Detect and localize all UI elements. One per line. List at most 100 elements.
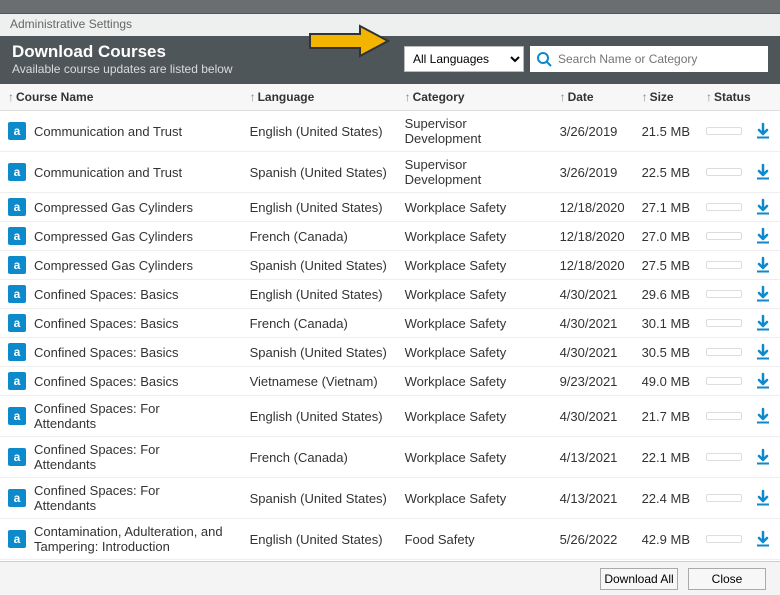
- course-size-label: 22.5 MB: [634, 152, 698, 193]
- course-icon: a: [8, 407, 26, 425]
- download-icon[interactable]: [754, 285, 772, 303]
- page-subtitle: Available course updates are listed belo…: [12, 62, 233, 76]
- footer-bar: Download All Close: [0, 561, 780, 595]
- col-header-status[interactable]: ↑Status: [698, 84, 780, 111]
- table-row[interactable]: a Confined Spaces: For Attendants French…: [0, 437, 780, 478]
- language-filter-select[interactable]: All Languages: [404, 46, 524, 72]
- col-header-size[interactable]: ↑Size: [634, 84, 698, 111]
- download-icon[interactable]: [754, 530, 772, 548]
- table-row[interactable]: a Compressed Gas Cylinders English (Unit…: [0, 193, 780, 222]
- download-icon[interactable]: [754, 489, 772, 507]
- page-title: Download Courses: [12, 42, 233, 62]
- search-input[interactable]: [558, 52, 762, 66]
- download-icon[interactable]: [754, 227, 772, 245]
- close-button[interactable]: Close: [688, 568, 766, 590]
- course-name-label: Communication and Trust: [34, 165, 182, 180]
- course-date-label: 3/26/2019: [552, 152, 634, 193]
- course-category-label: Workplace Safety: [397, 280, 552, 309]
- search-box[interactable]: [530, 46, 768, 72]
- course-size-label: 30.5 MB: [634, 338, 698, 367]
- window-top-strip: [0, 0, 780, 14]
- download-icon[interactable]: [754, 314, 772, 332]
- download-icon[interactable]: [754, 163, 772, 181]
- sort-asc-icon: ↑: [706, 90, 712, 104]
- course-category-label: Supervisor Development: [397, 111, 552, 152]
- download-icon[interactable]: [754, 407, 772, 425]
- course-size-label: 49.0 MB: [634, 367, 698, 396]
- course-date-label: 12/18/2020: [552, 222, 634, 251]
- course-size-label: 22.1 MB: [634, 437, 698, 478]
- course-size-label: 27.1 MB: [634, 193, 698, 222]
- course-name-label: Confined Spaces: Basics: [34, 287, 179, 302]
- sort-asc-icon: ↑: [250, 90, 256, 104]
- table-row[interactable]: a Confined Spaces: Basics English (Unite…: [0, 280, 780, 309]
- download-icon[interactable]: [754, 448, 772, 466]
- course-icon: a: [8, 256, 26, 274]
- course-size-label: 30.1 MB: [634, 309, 698, 338]
- progress-bar: [706, 348, 742, 356]
- course-size-label: 27.0 MB: [634, 222, 698, 251]
- progress-bar: [706, 203, 742, 211]
- course-category-label: Workplace Safety: [397, 338, 552, 367]
- course-category-label: Workplace Safety: [397, 309, 552, 338]
- sort-asc-icon: ↑: [405, 90, 411, 104]
- download-all-button[interactable]: Download All: [600, 568, 678, 590]
- download-icon[interactable]: [754, 256, 772, 274]
- course-date-label: 5/26/2022: [552, 519, 634, 560]
- course-size-label: 21.5 MB: [634, 111, 698, 152]
- download-icon[interactable]: [754, 122, 772, 140]
- course-name-label: Compressed Gas Cylinders: [34, 200, 193, 215]
- download-icon[interactable]: [754, 198, 772, 216]
- course-date-label: 4/13/2021: [552, 478, 634, 519]
- course-date-label: 4/30/2021: [552, 396, 634, 437]
- col-header-date[interactable]: ↑Date: [552, 84, 634, 111]
- course-icon: a: [8, 343, 26, 361]
- course-category-label: Workplace Safety: [397, 437, 552, 478]
- table-row[interactable]: a Compressed Gas Cylinders Spanish (Unit…: [0, 251, 780, 280]
- col-header-language[interactable]: ↑Language: [242, 84, 397, 111]
- table-row[interactable]: a Compressed Gas Cylinders French (Canad…: [0, 222, 780, 251]
- col-header-name[interactable]: ↑Course Name: [0, 84, 242, 111]
- course-language-label: English (United States): [242, 519, 397, 560]
- course-size-label: 22.4 MB: [634, 478, 698, 519]
- courses-table-wrap[interactable]: ↑Course Name ↑Language ↑Category ↑Date ↑…: [0, 84, 780, 572]
- table-row[interactable]: a Confined Spaces: Basics Vietnamese (Vi…: [0, 367, 780, 396]
- course-name-label: Compressed Gas Cylinders: [34, 229, 193, 244]
- col-header-category[interactable]: ↑Category: [397, 84, 552, 111]
- course-name-label: Confined Spaces: For Attendants: [34, 483, 224, 513]
- progress-bar: [706, 494, 742, 502]
- course-size-label: 21.7 MB: [634, 396, 698, 437]
- course-date-label: 4/30/2021: [552, 338, 634, 367]
- table-row[interactable]: a Communication and Trust Spanish (Unite…: [0, 152, 780, 193]
- table-row[interactable]: a Contamination, Adulteration, and Tampe…: [0, 519, 780, 560]
- course-language-label: Spanish (United States): [242, 251, 397, 280]
- header-bar: Download Courses Available course update…: [0, 36, 780, 84]
- download-icon[interactable]: [754, 343, 772, 361]
- table-row[interactable]: a Confined Spaces: Basics Spanish (Unite…: [0, 338, 780, 367]
- course-size-label: 29.6 MB: [634, 280, 698, 309]
- breadcrumb: Administrative Settings: [0, 14, 780, 36]
- course-icon: a: [8, 122, 26, 140]
- course-name-label: Confined Spaces: For Attendants: [34, 401, 224, 431]
- table-row[interactable]: a Confined Spaces: Basics French (Canada…: [0, 309, 780, 338]
- course-category-label: Workplace Safety: [397, 367, 552, 396]
- table-row[interactable]: a Communication and Trust English (Unite…: [0, 111, 780, 152]
- course-date-label: 12/18/2020: [552, 193, 634, 222]
- progress-bar: [706, 232, 742, 240]
- course-language-label: Spanish (United States): [242, 152, 397, 193]
- progress-bar: [706, 412, 742, 420]
- course-language-label: Vietnamese (Vietnam): [242, 367, 397, 396]
- download-icon[interactable]: [754, 372, 772, 390]
- course-category-label: Workplace Safety: [397, 222, 552, 251]
- course-language-label: French (Canada): [242, 437, 397, 478]
- course-language-label: Spanish (United States): [242, 338, 397, 367]
- table-row[interactable]: a Confined Spaces: For Attendants Englis…: [0, 396, 780, 437]
- course-size-label: 42.9 MB: [634, 519, 698, 560]
- course-date-label: 3/26/2019: [552, 111, 634, 152]
- course-size-label: 27.5 MB: [634, 251, 698, 280]
- course-language-label: English (United States): [242, 396, 397, 437]
- course-language-label: English (United States): [242, 280, 397, 309]
- table-row[interactable]: a Confined Spaces: For Attendants Spanis…: [0, 478, 780, 519]
- progress-bar: [706, 127, 742, 135]
- progress-bar: [706, 168, 742, 176]
